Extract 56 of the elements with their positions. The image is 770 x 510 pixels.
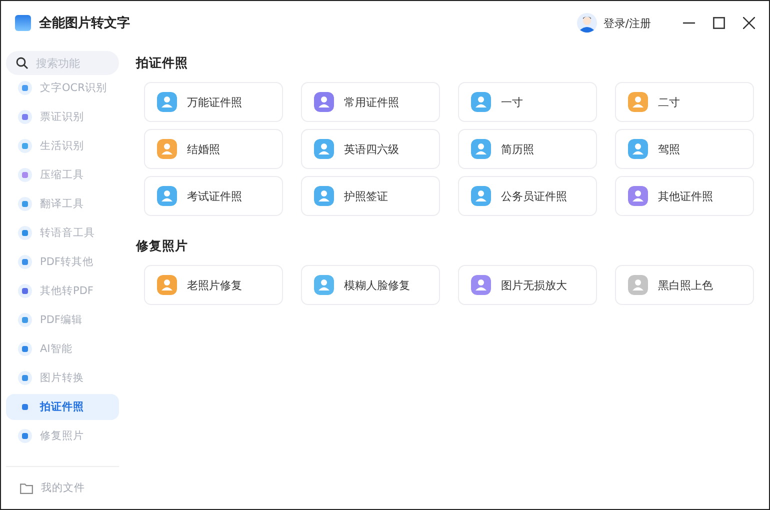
section-heading: 修复照片 [136,238,189,255]
tool-card[interactable]: 老照片修复 [144,265,283,305]
tool-card[interactable]: 结婚照 [144,129,283,169]
tool-label: 老照片修复 [186,278,242,292]
tool-card[interactable]: 考试证件照 [144,176,283,216]
tool-label: 万能证件照 [186,94,242,110]
search-field[interactable]: 搜索功能 [6,51,119,75]
tool-label: 考试证件照 [186,188,242,204]
sidebar-dot-icon [18,139,32,153]
tool-label: 二寸 [658,94,680,110]
login-link[interactable]: 登录/注册 [603,16,651,30]
tool-label: 驾照 [658,142,680,156]
sidebar-dot-icon [18,110,32,124]
sidebar-dot-icon [18,342,32,356]
search-icon [16,57,28,69]
tool-card[interactable]: 黑白照上色 [614,265,754,305]
avatar-icon [577,13,598,33]
tool-card[interactable]: 其他证件照 [614,176,754,216]
tool-card[interactable]: 英语四六级 [300,129,440,169]
tool-label: 英语四六级 [344,142,399,156]
tool-label: 图片无损放大 [500,278,567,292]
sidebar-dot-icon [18,226,32,240]
tool-card[interactable]: 公务员证件照 [458,176,597,216]
app-logo-icon [15,15,31,31]
tool-card[interactable]: 一寸 [458,82,597,122]
close-icon[interactable] [743,17,755,29]
tool-card[interactable]: 简历照 [458,129,597,169]
tool-card[interactable]: 常用证件照 [300,82,440,122]
sidebar-dot-icon [18,313,32,327]
maximize-icon[interactable] [713,17,725,29]
tool-card[interactable]: 万能证件照 [144,82,283,122]
tool-label: 黑白照上色 [658,278,713,292]
tool-label: 公务员证件照 [500,188,567,204]
sidebar-dot-icon [18,371,32,385]
tool-card[interactable]: 护照签证 [300,176,440,216]
sidebar-dot-icon [18,255,32,269]
tool-label: 简历照 [500,142,534,156]
sidebar-dot-icon [18,81,32,95]
tool-label: 结婚照 [186,142,220,156]
tool-card[interactable]: 驾照 [614,129,754,169]
folder-icon [20,482,33,494]
tool-label: 模糊人脸修复 [344,278,410,292]
tool-label: 护照签证 [344,188,388,204]
section-heading: 拍证件照 [136,55,189,72]
tool-card[interactable]: 图片无损放大 [458,265,597,305]
tool-label: 一寸 [500,94,523,110]
sidebar-dot-icon [18,168,32,182]
tool-label: 其他证件照 [658,188,713,204]
sidebar-dot-icon [18,197,32,211]
tool-card[interactable]: 二寸 [614,82,754,122]
sidebar-item[interactable]: 拍证件照 [6,394,119,420]
sidebar-dot-icon [18,429,32,443]
tool-card[interactable]: 模糊人脸修复 [300,265,440,305]
window-title: 全能图片转文字 [39,14,130,32]
tool-label: 常用证件照 [344,94,399,110]
sidebar-dot-icon [18,284,32,298]
